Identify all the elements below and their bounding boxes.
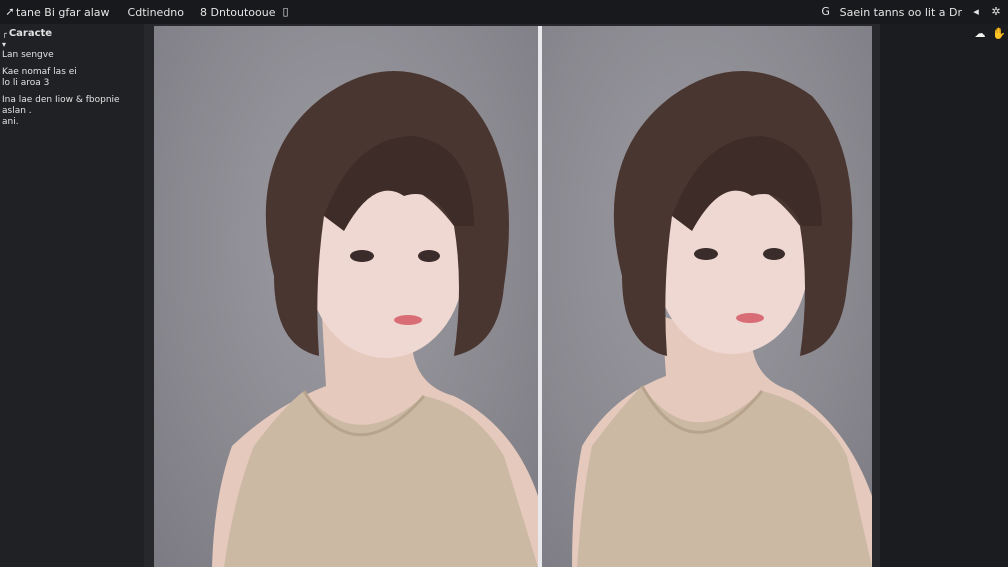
setting-row[interactable]: Lan sengve <box>2 50 144 61</box>
setting-row[interactable]: aslan . <box>2 106 144 117</box>
tab-main-label: tane Bi gfar alaw <box>16 5 110 19</box>
comparison-stage[interactable] <box>154 26 872 567</box>
portrait-right-image[interactable] <box>542 26 872 567</box>
tab-main[interactable]: ➚ tane Bi gfar alaw <box>4 5 110 19</box>
tab-second-label: Cdtinedno <box>127 5 185 19</box>
panel-title-text: Caracte <box>8 28 53 39</box>
portrait-left-image[interactable] <box>154 26 538 567</box>
menu-tabs: ➚ tane Bi gfar alaw Cdtinedno 8 Dntoutoo… <box>0 6 307 19</box>
right-panel: ☁ ✋ <box>880 24 1008 567</box>
hand-icon[interactable]: ✋ <box>992 28 1006 40</box>
gear-icon[interactable]: ✲ <box>990 6 1002 18</box>
expand-toggle[interactable]: ▾ <box>2 39 144 50</box>
arrow-icon: ➚ <box>5 5 15 18</box>
panel-title[interactable]: ╭ Caracte <box>2 28 144 39</box>
top-bar: ➚ tane Bi gfar alaw Cdtinedno 8 Dntoutoo… <box>0 0 1008 24</box>
setting-row[interactable]: lo li aroa 3 <box>2 78 144 89</box>
setting-row[interactable]: Ina lae den Iiow & fbopnie <box>2 95 144 106</box>
tab-third-label: 8 Dntoutooue <box>200 5 276 19</box>
top-right-controls: G Saein tanns oo lit a Dr ◂ ✲ <box>820 6 1008 19</box>
left-panel: ╭ Caracte ▾ Lan sengve Kae nomaf las ei … <box>0 24 144 567</box>
tab-second[interactable]: Cdtinedno <box>128 6 184 19</box>
chevron-icon: ╭ <box>2 29 7 38</box>
cloud-icon[interactable]: ☁ <box>974 28 986 40</box>
refresh-icon[interactable]: G <box>820 6 832 18</box>
right-tools: ☁ ✋ <box>974 28 1006 40</box>
setting-row[interactable]: Kae nomaf las ei <box>2 67 144 78</box>
bookmark-icon: ▯ <box>282 5 289 18</box>
setting-row[interactable]: ani. <box>2 117 144 128</box>
tab-third[interactable]: 8 Dntoutooue ▯ <box>200 6 291 19</box>
image-canvas[interactable] <box>144 24 880 567</box>
status-text: Saein tanns oo lit a Dr <box>839 5 962 19</box>
arrow-left-icon[interactable]: ◂ <box>970 6 982 18</box>
